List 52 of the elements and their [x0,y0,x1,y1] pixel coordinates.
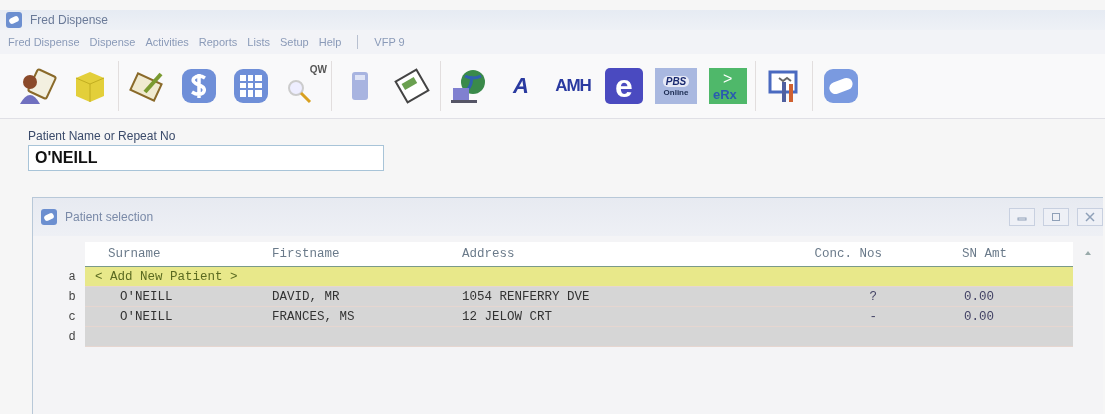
menu-item[interactable]: Reports [198,36,238,48]
text-button[interactable]: A [501,66,541,106]
table-cell-text: O'NEILL [119,289,174,304]
pill-icon [41,209,57,225]
window-title: Fred Dispense [30,13,109,27]
table-cell-text: 0.00 [963,289,994,304]
patient-name-field[interactable]: O'NEILL [28,145,384,171]
row-letter: a [67,269,77,286]
menu-item[interactable]: Setup [279,36,309,48]
grid-icon[interactable] [231,66,271,106]
menu-item[interactable]: Activities [145,36,189,48]
table-cell-text: ? [868,289,877,304]
maximize-icon [1051,212,1061,222]
table-row[interactable]: O'NEILL FRANCES, MS 12 JELOW CRT - 0.00 [85,307,1073,327]
table-cell-text: DAVID, MR [272,289,341,304]
menu-item[interactable]: Dispense [89,36,136,48]
pill-icon [6,12,22,28]
close-button[interactable] [1077,208,1103,226]
column-header[interactable]: SN Amt [882,247,1007,261]
table-cell-text: 12 JELOW CRT [462,309,553,324]
row-letter: d [67,329,77,346]
table-row[interactable]: < Add New Patient > [85,267,1073,287]
dialog-title: Patient selection [65,210,154,224]
maximize-button[interactable] [1043,208,1069,226]
row-letter: b [67,289,77,306]
pill-icon[interactable] [821,66,861,106]
text-button[interactable]: > eRx [709,68,747,104]
table-cell-text: - [868,309,877,324]
person-clipboard-icon[interactable] [18,66,58,106]
column-header[interactable]: Address [462,247,742,261]
text-button[interactable]: AMH [553,66,593,106]
table-cell-text: O'NEILL [119,309,174,324]
add-patient-row-text: < Add New Patient > [94,269,238,284]
table-cell-text: 0.00 [963,309,994,324]
menu-item[interactable]: Fred Dispense [8,36,80,48]
table-cell-text: FRANCES, MS [272,309,356,324]
dollar-icon[interactable] [179,66,219,106]
menu-item[interactable]: Lists [247,36,270,48]
text-button[interactable]: PBS Online [655,68,697,104]
column-header[interactable]: Conc. Nos [742,247,882,261]
close-icon [1085,212,1095,222]
table-row[interactable]: O'NEILL DAVID, MR 1054 RENFERRY DVE ? 0.00 [85,287,1073,307]
menu-item[interactable]: Help [318,36,342,48]
row-letter: c [67,309,77,326]
text-button[interactable]: e [605,68,643,104]
minimize-button[interactable] [1009,208,1035,226]
scroll-arrow-icon[interactable] [1085,250,1091,256]
column-header[interactable]: Surname [85,247,272,261]
menu-item[interactable]: VFP 9 [374,36,405,48]
column-header[interactable]: Firstname [272,247,462,261]
field-label: Patient Name or Repeat No [28,129,177,143]
table-cell-text: 1054 RENFERRY DVE [462,289,591,304]
